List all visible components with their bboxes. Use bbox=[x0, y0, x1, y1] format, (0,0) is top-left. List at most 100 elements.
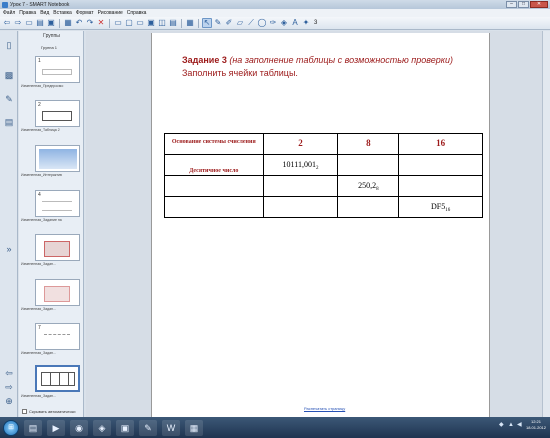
add-page-icon[interactable]: ⊕ bbox=[3, 395, 15, 407]
document-camera-icon[interactable]: ◫ bbox=[157, 18, 167, 28]
minimize-button[interactable]: – bbox=[506, 1, 517, 8]
close-button[interactable]: ✕ bbox=[530, 1, 548, 8]
answer-cell[interactable] bbox=[262, 175, 339, 197]
text-icon[interactable]: A bbox=[290, 18, 300, 28]
auto-hide-checkbox[interactable] bbox=[22, 409, 27, 414]
next-page-icon[interactable]: ⇨ bbox=[3, 381, 15, 393]
table-icon[interactable]: ▦ bbox=[185, 18, 195, 28]
toolbar: ⇦ ⇨ ▭ ▤ ▣ ▦ ↶ ↷ ✕ ▭ ▢ ▭ ▣ ◫ ▤ ▦ ↖ ✎ ✐ ▱ … bbox=[0, 17, 550, 30]
forward-arrow-icon[interactable]: ⇨ bbox=[13, 18, 23, 28]
toolbar-divider bbox=[198, 18, 199, 28]
answer-cell[interactable] bbox=[164, 175, 264, 197]
menu-help[interactable]: Справка bbox=[127, 10, 147, 16]
thumbnail-preview bbox=[44, 241, 70, 257]
explorer-icon[interactable]: ▤ bbox=[24, 419, 42, 436]
notebook-page[interactable]: Задание 3 (на заполнение таблицы с возмо… bbox=[151, 33, 490, 417]
pen-icon[interactable]: ✎ bbox=[213, 18, 223, 28]
page-thumbnail[interactable] bbox=[35, 145, 80, 172]
menu-edit[interactable]: Правка bbox=[19, 10, 36, 16]
value-cell[interactable]: 10111,0012 bbox=[262, 154, 339, 176]
line-icon[interactable]: ⟋ bbox=[246, 18, 256, 28]
media-player-icon[interactable]: ▶ bbox=[47, 419, 65, 436]
thumbnail-number: 7 bbox=[38, 325, 41, 331]
page-number: 3 bbox=[314, 20, 318, 26]
network-icon[interactable]: ▲ bbox=[508, 422, 514, 428]
gallery-icon[interactable]: ▩ bbox=[3, 69, 15, 81]
word-icon[interactable]: W bbox=[162, 419, 180, 436]
page-thumbnail[interactable]: 4 bbox=[35, 190, 80, 217]
workspace: Задание 3 (на заполнение таблицы с возмо… bbox=[86, 31, 550, 417]
answer-cell[interactable] bbox=[398, 175, 483, 197]
screen-capture-icon[interactable]: ▤ bbox=[168, 18, 178, 28]
select-pointer-icon[interactable]: ↖ bbox=[202, 18, 212, 28]
prev-page-icon[interactable]: ⇦ bbox=[3, 367, 15, 379]
sorter-header[interactable]: Группы bbox=[21, 33, 82, 42]
answer-cell[interactable] bbox=[337, 196, 400, 218]
paste-icon[interactable]: ▦ bbox=[63, 18, 73, 28]
table-row: 250,28 bbox=[164, 175, 483, 197]
screen-shade-icon[interactable]: ▭ bbox=[113, 18, 123, 28]
language-icon[interactable]: ◆ bbox=[499, 422, 505, 428]
fill-icon[interactable]: ◈ bbox=[279, 18, 289, 28]
back-arrow-icon[interactable]: ⇦ bbox=[2, 18, 12, 28]
menu-draw[interactable]: Рисование bbox=[98, 10, 123, 16]
page-thumbnail[interactable] bbox=[35, 279, 80, 306]
answer-cell[interactable] bbox=[398, 154, 483, 176]
capture-icon[interactable]: ▣ bbox=[146, 18, 156, 28]
page-thumbnail[interactable] bbox=[35, 234, 80, 261]
display-icon[interactable]: ▭ bbox=[135, 18, 145, 28]
task-title: Задание 3 bbox=[182, 55, 227, 65]
taskbar: ⊞ ▤ ▶ ◉ ◈ ▣ ✎ W ▦ ◆ ▲ ◀ 12:21 18.01.2012 bbox=[0, 417, 550, 438]
thumbnail-caption: Измененная_Предпросмо bbox=[21, 84, 64, 88]
page-sorter: Группы Группа 1 1 Измененная_Предпросмо … bbox=[19, 31, 99, 417]
answer-cell[interactable] bbox=[164, 196, 264, 218]
page-thumbnail[interactable]: 2 bbox=[35, 100, 80, 127]
value-text: 250,2 bbox=[358, 180, 377, 190]
properties-icon[interactable]: ✦ bbox=[301, 18, 311, 28]
browser-icon[interactable]: ◉ bbox=[70, 419, 88, 436]
menu-insert[interactable]: Вставка bbox=[53, 10, 72, 16]
answer-cell[interactable] bbox=[262, 196, 339, 218]
attachments-icon[interactable]: ✎ bbox=[3, 93, 15, 105]
thumbnail-caption: Измененная_Задан... bbox=[21, 262, 56, 266]
header-label-cell: Основание системы счисления Десятичное ч… bbox=[164, 133, 264, 174]
volume-icon[interactable]: ◀ bbox=[517, 422, 523, 428]
canvas-scrollbar[interactable] bbox=[542, 31, 550, 417]
value-cell[interactable]: 250,28 bbox=[337, 175, 400, 197]
new-page-icon[interactable]: ▭ bbox=[24, 18, 34, 28]
answer-cell[interactable] bbox=[337, 154, 400, 176]
table-row: DF516 bbox=[164, 196, 483, 218]
page-thumbnail[interactable]: 7 bbox=[35, 323, 80, 350]
paint-icon[interactable]: ✎ bbox=[139, 419, 157, 436]
creative-pen-icon[interactable]: ✐ bbox=[224, 18, 234, 28]
auto-hide-label: Скрывать автоматически bbox=[29, 409, 76, 414]
redo-icon[interactable]: ↷ bbox=[85, 18, 95, 28]
delete-icon[interactable]: ✕ bbox=[96, 18, 106, 28]
eraser-icon[interactable]: ▱ bbox=[235, 18, 245, 28]
page-thumbnail[interactable]: 1 bbox=[35, 56, 80, 83]
maximize-button[interactable]: □ bbox=[518, 1, 529, 8]
clock[interactable]: 12:21 18.01.2012 bbox=[526, 419, 546, 431]
undo-icon[interactable]: ↶ bbox=[74, 18, 84, 28]
start-button[interactable]: ⊞ bbox=[3, 419, 19, 436]
value-cell[interactable]: DF516 bbox=[398, 196, 483, 218]
properties-tab-icon[interactable]: ▤ bbox=[3, 116, 15, 128]
thumbnail-number: 2 bbox=[38, 102, 41, 108]
magic-pen-icon[interactable]: ✑ bbox=[268, 18, 278, 28]
title-bar: Урок 7 - SMART Notebook – □ ✕ bbox=[0, 0, 550, 9]
shapes-icon[interactable]: ◯ bbox=[257, 18, 267, 28]
menu-view[interactable]: Вид bbox=[40, 10, 49, 16]
open-folder-icon[interactable]: ▤ bbox=[35, 18, 45, 28]
app-icon[interactable]: ◈ bbox=[93, 419, 111, 436]
full-screen-icon[interactable]: ▢ bbox=[124, 18, 134, 28]
value-subscript: 8 bbox=[376, 186, 379, 192]
page-sorter-icon[interactable]: ▯ bbox=[3, 39, 15, 51]
print-page-link[interactable]: Распечатать страницу bbox=[304, 406, 345, 411]
menu-file[interactable]: Файл bbox=[3, 10, 15, 16]
page-thumbnail-selected[interactable] bbox=[35, 365, 80, 392]
expand-icon[interactable]: » bbox=[3, 243, 15, 255]
menu-format[interactable]: Формат bbox=[76, 10, 94, 16]
presentation-icon[interactable]: ▣ bbox=[116, 419, 134, 436]
save-icon[interactable]: ▣ bbox=[46, 18, 56, 28]
notebook-task-icon[interactable]: ▦ bbox=[185, 419, 203, 436]
